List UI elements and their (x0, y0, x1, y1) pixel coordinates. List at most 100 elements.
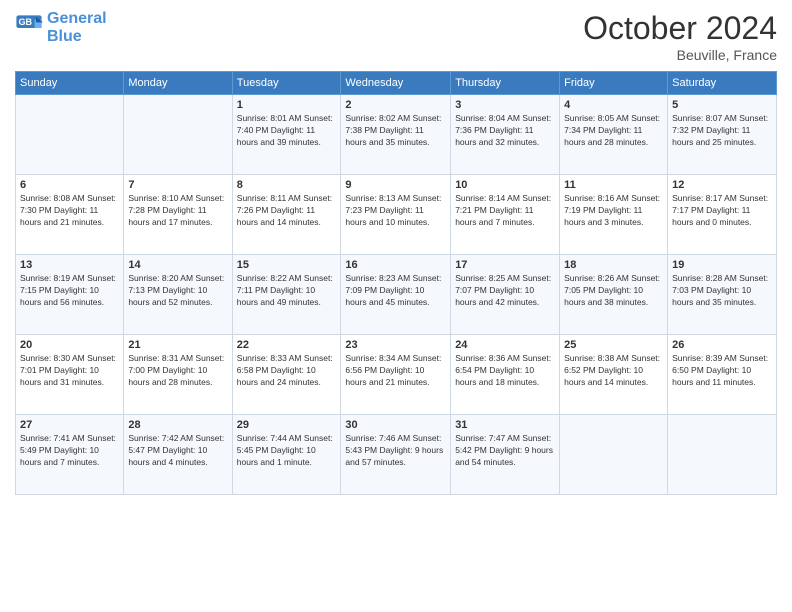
day-info: Sunrise: 8:34 AM Sunset: 6:56 PM Dayligh… (345, 353, 446, 389)
day-cell: 30 Sunrise: 7:46 AM Sunset: 5:43 PM Dayli… (341, 415, 451, 495)
day-number: 27 (20, 419, 119, 431)
logo-blue: Blue (47, 28, 82, 45)
day-cell: 7 Sunrise: 8:10 AM Sunset: 7:28 PM Daylig… (124, 175, 232, 255)
day-number: 26 (672, 339, 772, 351)
day-info: Sunrise: 8:08 AM Sunset: 7:30 PM Dayligh… (20, 193, 119, 229)
logo-text: General Blue (47, 10, 107, 45)
day-number: 7 (128, 179, 227, 191)
day-info: Sunrise: 8:26 AM Sunset: 7:05 PM Dayligh… (564, 273, 663, 309)
day-cell: 16Sunrise: 8:23 AM Sunset: 7:09 PM Dayli… (341, 255, 451, 335)
day-number: 16 (345, 259, 446, 271)
day-cell: 17 Sunrise: 8:25 AM Sunset: 7:07 PM Dayli… (451, 255, 560, 335)
day-info: Sunrise: 8:39 AM Sunset: 6:50 PM Dayligh… (672, 353, 772, 389)
weekday-header-sunday: Sunday (16, 72, 124, 95)
day-info: Sunrise: 8:11 AM Sunset: 7:26 PM Dayligh… (237, 193, 337, 229)
day-number: 17 (455, 259, 555, 271)
day-cell: 9 Sunrise: 8:13 AM Sunset: 7:23 PM Daylig… (341, 175, 451, 255)
logo: GB General Blue (15, 10, 107, 45)
logo-icon: GB (15, 14, 43, 42)
day-info: Sunrise: 8:05 AM Sunset: 7:34 PM Dayligh… (564, 113, 663, 149)
day-cell: 1 Sunrise: 8:01 AM Sunset: 7:40 PM Daylig… (232, 95, 341, 175)
day-cell: 24 Sunrise: 8:36 AM Sunset: 6:54 PM Dayli… (451, 335, 560, 415)
day-number: 29 (237, 419, 337, 431)
day-info: Sunrise: 7:46 AM Sunset: 5:43 PM Dayligh… (345, 433, 446, 469)
weekday-row: SundayMondayTuesdayWednesdayThursdayFrid… (16, 72, 777, 95)
day-number: 1 (237, 99, 337, 111)
day-info: Sunrise: 8:25 AM Sunset: 7:07 PM Dayligh… (455, 273, 555, 309)
day-info: Sunrise: 8:22 AM Sunset: 7:11 PM Dayligh… (237, 273, 337, 309)
day-number: 13 (20, 259, 119, 271)
logo-general: General (47, 10, 107, 27)
location: Beuville, France (583, 47, 777, 63)
day-info: Sunrise: 8:10 AM Sunset: 7:28 PM Dayligh… (128, 193, 227, 229)
day-info: Sunrise: 8:14 AM Sunset: 7:21 PM Dayligh… (455, 193, 555, 229)
day-info: Sunrise: 8:30 AM Sunset: 7:01 PM Dayligh… (20, 353, 119, 389)
day-cell: 11Sunrise: 8:16 AM Sunset: 7:19 PM Dayli… (560, 175, 668, 255)
day-cell (16, 95, 124, 175)
day-cell: 23 Sunrise: 8:34 AM Sunset: 6:56 PM Dayli… (341, 335, 451, 415)
day-info: Sunrise: 7:44 AM Sunset: 5:45 PM Dayligh… (237, 433, 337, 469)
day-cell: 10 Sunrise: 8:14 AM Sunset: 7:21 PM Dayli… (451, 175, 560, 255)
day-cell: 3Sunrise: 8:04 AM Sunset: 7:36 PM Daylig… (451, 95, 560, 175)
day-cell (560, 415, 668, 495)
day-info: Sunrise: 8:13 AM Sunset: 7:23 PM Dayligh… (345, 193, 446, 229)
day-cell: 21 Sunrise: 8:31 AM Sunset: 7:00 PM Dayli… (124, 335, 232, 415)
day-number: 9 (345, 179, 446, 191)
day-number: 8 (237, 179, 337, 191)
day-number: 30 (345, 419, 446, 431)
day-cell: 6 Sunrise: 8:08 AM Sunset: 7:30 PM Daylig… (16, 175, 124, 255)
page: GB General Blue October 2024 Beuville, F… (0, 0, 792, 612)
day-info: Sunrise: 8:38 AM Sunset: 6:52 PM Dayligh… (564, 353, 663, 389)
weekday-header-saturday: Saturday (668, 72, 777, 95)
day-number: 28 (128, 419, 227, 431)
day-number: 11 (564, 179, 663, 191)
day-number: 4 (564, 99, 663, 111)
header: GB General Blue October 2024 Beuville, F… (15, 10, 777, 63)
day-cell: 25 Sunrise: 8:38 AM Sunset: 6:52 PM Dayli… (560, 335, 668, 415)
day-info: Sunrise: 8:02 AM Sunset: 7:38 PM Dayligh… (345, 113, 446, 149)
day-cell: 20 Sunrise: 8:30 AM Sunset: 7:01 PM Dayli… (16, 335, 124, 415)
day-number: 5 (672, 99, 772, 111)
day-cell: 27 Sunrise: 7:41 AM Sunset: 5:49 PM Dayli… (16, 415, 124, 495)
day-cell: 15Sunrise: 8:22 AM Sunset: 7:11 PM Dayli… (232, 255, 341, 335)
day-number: 25 (564, 339, 663, 351)
weekday-header-thursday: Thursday (451, 72, 560, 95)
day-cell (124, 95, 232, 175)
day-number: 23 (345, 339, 446, 351)
day-number: 10 (455, 179, 555, 191)
calendar-header: SundayMondayTuesdayWednesdayThursdayFrid… (16, 72, 777, 95)
day-number: 19 (672, 259, 772, 271)
day-number: 31 (455, 419, 555, 431)
day-number: 22 (237, 339, 337, 351)
day-info: Sunrise: 8:31 AM Sunset: 7:00 PM Dayligh… (128, 353, 227, 389)
day-cell: 28Sunrise: 7:42 AM Sunset: 5:47 PM Dayli… (124, 415, 232, 495)
weekday-header-friday: Friday (560, 72, 668, 95)
day-number: 6 (20, 179, 119, 191)
day-cell (668, 415, 777, 495)
day-number: 24 (455, 339, 555, 351)
day-info: Sunrise: 8:33 AM Sunset: 6:58 PM Dayligh… (237, 353, 337, 389)
day-cell: 22 Sunrise: 8:33 AM Sunset: 6:58 PM Dayli… (232, 335, 341, 415)
month-title: October 2024 (583, 10, 777, 47)
calendar-body: 1 Sunrise: 8:01 AM Sunset: 7:40 PM Daylig… (16, 95, 777, 495)
week-row-4: 27 Sunrise: 7:41 AM Sunset: 5:49 PM Dayli… (16, 415, 777, 495)
day-cell: 2 Sunrise: 8:02 AM Sunset: 7:38 PM Daylig… (341, 95, 451, 175)
day-number: 3 (455, 99, 555, 111)
day-number: 12 (672, 179, 772, 191)
day-info: Sunrise: 8:01 AM Sunset: 7:40 PM Dayligh… (237, 113, 337, 149)
week-row-0: 1 Sunrise: 8:01 AM Sunset: 7:40 PM Daylig… (16, 95, 777, 175)
day-cell: 12Sunrise: 8:17 AM Sunset: 7:17 PM Dayli… (668, 175, 777, 255)
day-cell: 19 Sunrise: 8:28 AM Sunset: 7:03 PM Dayli… (668, 255, 777, 335)
week-row-3: 20 Sunrise: 8:30 AM Sunset: 7:01 PM Dayli… (16, 335, 777, 415)
day-number: 2 (345, 99, 446, 111)
day-info: Sunrise: 7:41 AM Sunset: 5:49 PM Dayligh… (20, 433, 119, 469)
day-number: 14 (128, 259, 227, 271)
day-number: 21 (128, 339, 227, 351)
day-cell: 18Sunrise: 8:26 AM Sunset: 7:05 PM Dayli… (560, 255, 668, 335)
day-info: Sunrise: 8:36 AM Sunset: 6:54 PM Dayligh… (455, 353, 555, 389)
calendar-table: SundayMondayTuesdayWednesdayThursdayFrid… (15, 71, 777, 495)
day-info: Sunrise: 8:07 AM Sunset: 7:32 PM Dayligh… (672, 113, 772, 149)
day-number: 20 (20, 339, 119, 351)
day-cell: 14Sunrise: 8:20 AM Sunset: 7:13 PM Dayli… (124, 255, 232, 335)
day-info: Sunrise: 8:28 AM Sunset: 7:03 PM Dayligh… (672, 273, 772, 309)
